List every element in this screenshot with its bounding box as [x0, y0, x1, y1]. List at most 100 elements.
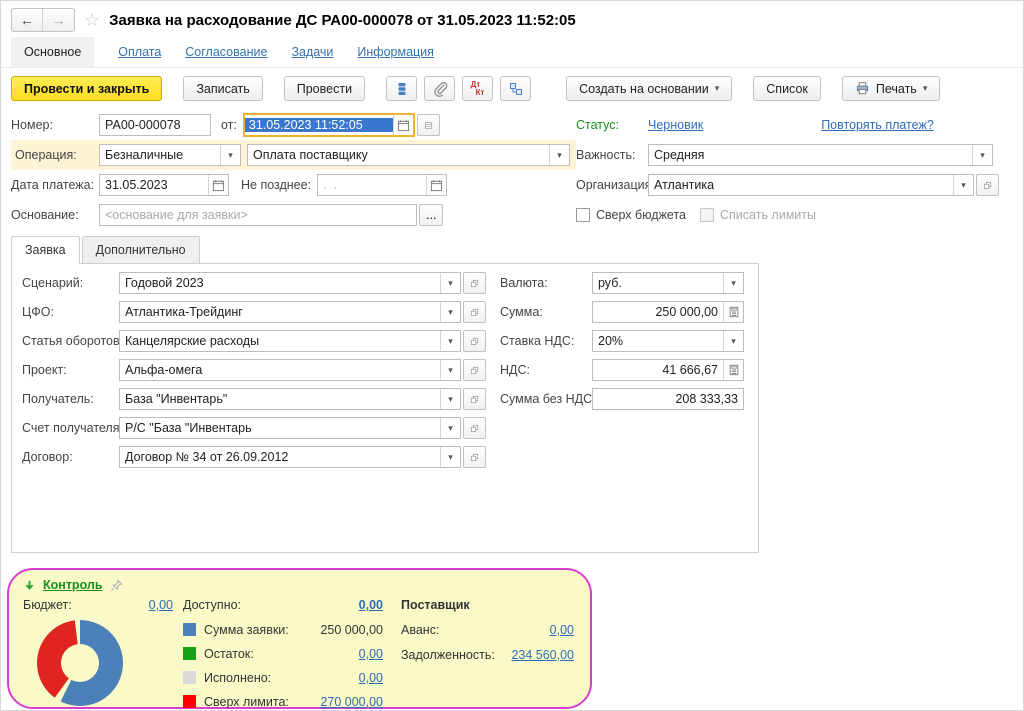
organization-field: ▾	[648, 174, 974, 196]
dropdown-arrow-icon[interactable]: ▾	[440, 389, 460, 409]
executed-value-link[interactable]: 0,00	[359, 671, 383, 685]
collapse-arrow-icon[interactable]	[23, 579, 36, 592]
dropdown-arrow-icon[interactable]: ▾	[440, 447, 460, 467]
tab-additional[interactable]: Дополнительно	[82, 236, 200, 263]
tab-tasks[interactable]: Задачи	[291, 45, 333, 59]
payment-date-input[interactable]	[100, 178, 208, 192]
not-later-input[interactable]	[318, 178, 426, 192]
register-icon	[394, 81, 410, 97]
project-input[interactable]	[120, 363, 440, 377]
ellipsis-icon: ...	[426, 208, 436, 222]
number-input[interactable]	[100, 118, 210, 132]
calendar-icon[interactable]	[393, 115, 413, 135]
tab-information[interactable]: Информация	[357, 45, 434, 59]
not-later-field	[317, 174, 447, 196]
calculator-icon[interactable]	[723, 360, 743, 380]
scenario-field: ▾	[119, 272, 461, 294]
scenario-input[interactable]	[120, 276, 440, 290]
dropdown-arrow-icon[interactable]: ▾	[549, 145, 569, 165]
available-value-link[interactable]: 0,00	[359, 598, 383, 612]
date-schedule-button[interactable]	[417, 114, 440, 136]
related-documents-button[interactable]	[500, 76, 531, 101]
register-records-button[interactable]	[386, 76, 417, 101]
write-button[interactable]: Записать	[183, 76, 262, 101]
payee-input[interactable]	[120, 392, 440, 406]
legend-item: Остаток: 0,00	[183, 644, 383, 663]
dropdown-arrow-icon[interactable]: ▾	[440, 302, 460, 322]
debt-value-link[interactable]: 234 560,00	[511, 648, 574, 662]
contract-open-button[interactable]	[463, 446, 486, 468]
dropdown-arrow-icon[interactable]: ▾	[440, 360, 460, 380]
dropdown-arrow-icon[interactable]: ▾	[723, 273, 743, 293]
organization-input[interactable]	[649, 178, 953, 192]
tab-request[interactable]: Заявка	[11, 236, 80, 264]
cfo-open-button[interactable]	[463, 301, 486, 323]
calendar-icon[interactable]	[426, 175, 446, 195]
dropdown-arrow-icon[interactable]: ▾	[953, 175, 973, 195]
remainder-value-link[interactable]: 0,00	[359, 647, 383, 661]
back-button[interactable]: ←	[12, 9, 43, 31]
basis-input[interactable]	[100, 208, 416, 222]
contract-label: Договор:	[22, 450, 119, 464]
control-link[interactable]: Контроль	[43, 578, 103, 592]
legend-item: Сумма заявки: 250 000,00	[183, 620, 383, 639]
print-button[interactable]: Печать ▾	[842, 76, 940, 101]
operation-kind-input[interactable]	[248, 148, 549, 162]
amount-without-vat-input[interactable]	[593, 392, 743, 406]
legend-color-remainder	[183, 647, 196, 660]
available-label: Доступно:	[183, 598, 241, 612]
advance-value-link[interactable]: 0,00	[550, 623, 574, 637]
scenario-open-button[interactable]	[463, 272, 486, 294]
back-arrow-icon: ←	[20, 12, 34, 28]
dropdown-arrow-icon[interactable]: ▾	[723, 331, 743, 351]
payee-open-button[interactable]	[463, 388, 486, 410]
repeat-payment-link[interactable]: Повторять платеж?	[821, 118, 934, 132]
amount-input[interactable]	[593, 305, 723, 319]
dropdown-arrow-icon[interactable]: ▾	[220, 145, 240, 165]
currency-label: Валюта:	[500, 276, 592, 290]
contract-input[interactable]	[120, 450, 440, 464]
payee-account-input[interactable]	[120, 421, 440, 435]
toolbar: Провести и закрыть Записать Провести ДтК…	[1, 68, 1023, 110]
pin-icon[interactable]	[110, 579, 123, 592]
tab-approval[interactable]: Согласование	[185, 45, 267, 59]
favorite-star-icon[interactable]: ☆	[84, 11, 100, 29]
basis-more-button[interactable]: ...	[419, 204, 443, 226]
payment-date-label: Дата платежа:	[11, 178, 99, 192]
status-link[interactable]: Черновик	[648, 118, 703, 132]
post-and-close-button[interactable]: Провести и закрыть	[11, 76, 162, 101]
vat-rate-label: Ставка НДС:	[500, 334, 592, 348]
operation-type-input[interactable]	[100, 148, 220, 162]
turnover-item-input[interactable]	[120, 334, 440, 348]
calculator-icon[interactable]	[723, 302, 743, 322]
attachments-button[interactable]	[424, 76, 455, 101]
vat-amount-input[interactable]	[593, 363, 723, 377]
dropdown-arrow-icon[interactable]: ▾	[972, 145, 992, 165]
project-open-button[interactable]	[463, 359, 486, 381]
dropdown-arrow-icon[interactable]: ▾	[440, 273, 460, 293]
create-based-on-button[interactable]: Создать на основании ▾	[566, 76, 732, 101]
calendar-icon[interactable]	[208, 175, 228, 195]
tab-main[interactable]: Основное	[11, 37, 94, 67]
organization-open-button[interactable]	[976, 174, 999, 196]
list-button[interactable]: Список	[753, 76, 821, 101]
dropdown-arrow-icon[interactable]: ▾	[440, 331, 460, 351]
dtkt-postings-button[interactable]: ДтКт	[462, 76, 493, 101]
currency-input[interactable]	[593, 276, 723, 290]
over-budget-checkbox[interactable]	[576, 208, 590, 222]
dropdown-arrow-icon[interactable]: ▾	[440, 418, 460, 438]
importance-input[interactable]	[649, 148, 972, 162]
vat-rate-input[interactable]	[593, 334, 723, 348]
forward-button[interactable]: →	[43, 9, 74, 31]
budget-value-link[interactable]: 0,00	[149, 598, 173, 612]
cfo-input[interactable]	[120, 305, 440, 319]
over-limit-value-link[interactable]: 270 000,00	[320, 695, 383, 709]
importance-field: ▾	[648, 144, 993, 166]
post-button[interactable]: Провести	[284, 76, 365, 101]
legend-item: Сверх лимита: 270 000,00	[183, 692, 383, 711]
payee-field: ▾	[119, 388, 461, 410]
turnover-item-open-button[interactable]	[463, 330, 486, 352]
payee-account-open-button[interactable]	[463, 417, 486, 439]
date-input[interactable]	[245, 118, 393, 132]
tab-payment[interactable]: Оплата	[118, 45, 161, 59]
